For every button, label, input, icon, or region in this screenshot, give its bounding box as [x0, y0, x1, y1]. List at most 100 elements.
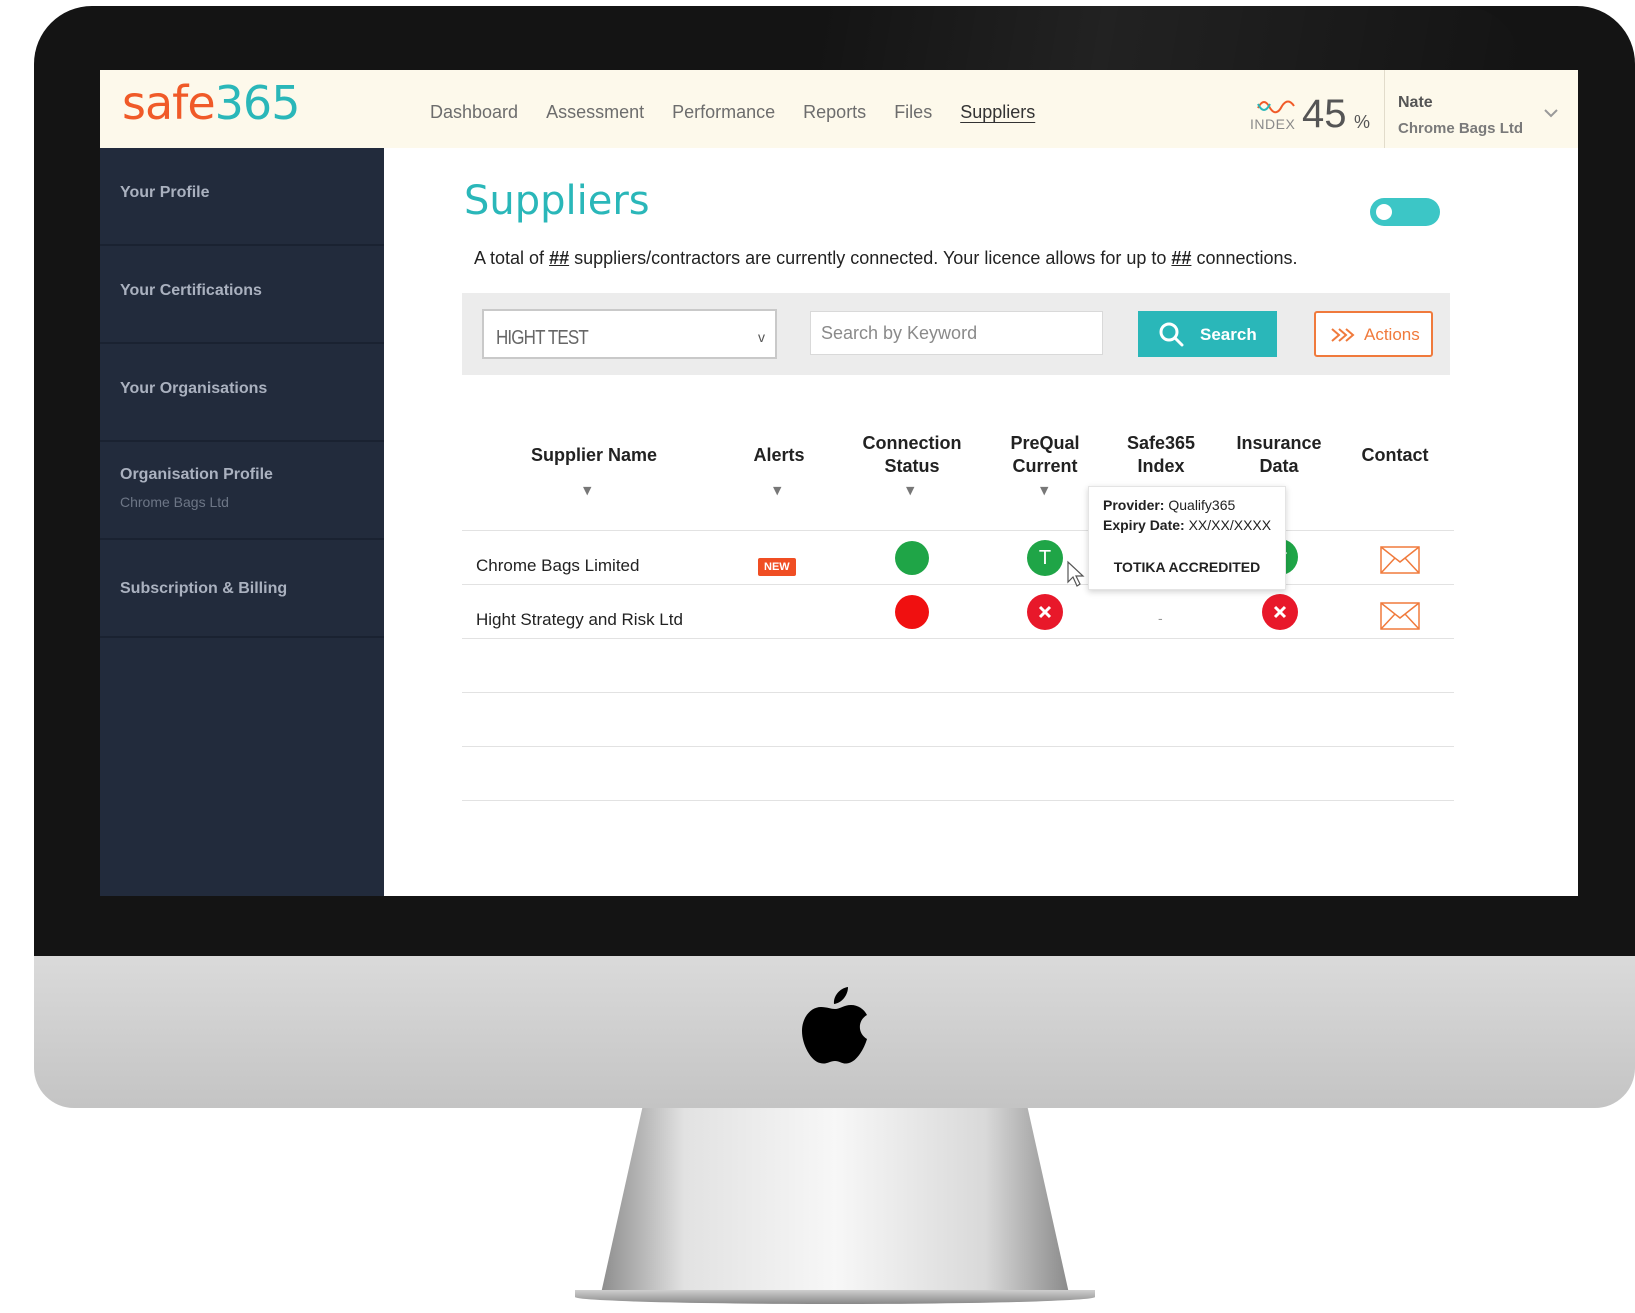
summary-suffix: connections. [1191, 248, 1298, 268]
filter-bar: HIGHT TEST v Search Actions [462, 293, 1450, 375]
header-divider [1384, 70, 1385, 148]
sidebar: Your Profile Your Certifications Your Or… [100, 148, 384, 896]
search-icon [1159, 322, 1184, 347]
top-header: safe365 Dashboard Assessment Performance… [100, 70, 1578, 149]
tooltip-expiry-value: XX/XX/XXXX [1188, 517, 1272, 533]
col-contact[interactable]: Contact [1350, 444, 1440, 467]
search-button-label: Search [1200, 325, 1257, 344]
sort-arrow-icon[interactable]: ▼ [583, 484, 591, 497]
keyword-search-input[interactable] [810, 311, 1103, 355]
supplier-name-cell[interactable]: Hight Strategy and Risk Ltd [476, 610, 683, 630]
col-supplier-name[interactable]: Supplier Name [504, 444, 684, 467]
prequal-letter: T [1038, 546, 1052, 569]
row-divider [462, 638, 1454, 639]
sort-arrow-icon[interactable]: ▼ [906, 484, 914, 497]
col-safe365-index[interactable]: Safe365 Index [1106, 432, 1216, 478]
col-label-line1: Insurance [1236, 433, 1322, 453]
nav-dashboard[interactable]: Dashboard [430, 102, 518, 123]
index-empty-value: - [1158, 610, 1163, 626]
sidebar-item-subscription-billing[interactable]: Subscription & Billing [100, 540, 384, 638]
sidebar-item-label: Your Organisations [120, 380, 268, 397]
logo-safe-text: safe [122, 76, 216, 130]
sort-arrow-icon[interactable]: ▼ [1040, 484, 1048, 497]
sidebar-item-label: Your Profile [120, 184, 210, 201]
connection-status-red-icon [895, 595, 929, 629]
group-select[interactable]: HIGHT TEST v [482, 309, 777, 359]
row-divider [462, 800, 1454, 801]
sidebar-item-label: Subscription & Billing [120, 580, 288, 597]
page-title: Suppliers [464, 178, 650, 224]
tooltip-expiry: Expiry Date: XX/XX/XXXX [1103, 517, 1271, 533]
safe365-logo[interactable]: safe365 [122, 76, 301, 130]
sidebar-item-organisation-profile[interactable]: Organisation Profile Chrome Bags Ltd [100, 442, 384, 540]
summary-middle: suppliers/contractors are currently conn… [569, 248, 1172, 268]
view-toggle[interactable] [1370, 198, 1440, 226]
chevron-down-icon[interactable] [1544, 106, 1558, 120]
prequal-tooltip: Provider: Qualify365 Expiry Date: XX/XX/… [1088, 486, 1286, 590]
user-org[interactable]: Chrome Bags Ltd [1398, 120, 1523, 137]
tooltip-provider-label: Provider: [1103, 497, 1165, 513]
connection-summary: A total of ## suppliers/contractors are … [474, 248, 1298, 269]
col-insurance-data[interactable]: Insurance Data [1224, 432, 1334, 478]
sidebar-item-sublabel: Chrome Bags Ltd [120, 494, 229, 510]
col-label-line2: Status [884, 456, 940, 476]
alert-new-badge: NEW [758, 558, 796, 576]
col-label-line1: Connection [862, 433, 962, 453]
row-divider [462, 746, 1454, 747]
row-divider [462, 530, 1454, 531]
col-label-line2: Data [1259, 456, 1299, 476]
col-label-line2: Current [1012, 456, 1078, 476]
logo-number-text: 365 [214, 76, 301, 130]
monitor-stand-neck [600, 1108, 1070, 1298]
app-screen: safe365 Dashboard Assessment Performance… [100, 70, 1578, 896]
summary-limit: ## [1171, 248, 1192, 268]
tooltip-provider-value: Qualify365 [1168, 497, 1236, 513]
actions-button[interactable]: Actions [1314, 311, 1433, 357]
mail-icon[interactable] [1380, 546, 1420, 574]
summary-prefix: A total of [474, 248, 550, 268]
supplier-name-cell[interactable]: Chrome Bags Limited [476, 556, 639, 576]
nav-performance[interactable]: Performance [672, 102, 775, 123]
search-button[interactable]: Search [1138, 311, 1277, 357]
main-nav: Dashboard Assessment Performance Reports… [430, 102, 1035, 123]
apple-logo-icon [802, 987, 867, 1064]
col-alerts[interactable]: Alerts [734, 444, 824, 467]
row-divider [462, 584, 1454, 585]
nav-reports[interactable]: Reports [803, 102, 866, 123]
prequal-totika-icon[interactable]: T [1027, 540, 1063, 576]
col-connection-status[interactable]: Connection Status [848, 432, 976, 478]
summary-count: ## [549, 248, 570, 268]
sidebar-item-your-profile[interactable]: Your Profile [100, 148, 384, 246]
tooltip-provider: Provider: Qualify365 [1103, 497, 1235, 513]
actions-button-label: Actions [1364, 325, 1420, 344]
sidebar-item-your-organisations[interactable]: Your Organisations [100, 344, 384, 442]
sort-arrow-icon[interactable]: ▼ [773, 484, 781, 497]
double-chevron-right-icon [1331, 328, 1355, 342]
nav-suppliers[interactable]: Suppliers [960, 102, 1035, 123]
nav-files[interactable]: Files [894, 102, 932, 123]
monitor-stand-base [575, 1290, 1095, 1304]
group-select-value: HIGHT TEST [496, 327, 589, 349]
sidebar-item-label: Your Certifications [120, 282, 262, 299]
insurance-fail-icon[interactable] [1262, 594, 1298, 630]
index-unit: % [1354, 112, 1371, 132]
toggle-knob [1376, 204, 1392, 220]
sidebar-item-your-certifications[interactable]: Your Certifications [100, 246, 384, 344]
mouse-cursor-icon [1067, 560, 1085, 587]
main-content: Suppliers A total of ## suppliers/contra… [384, 148, 1578, 896]
index-label: INDEX [1250, 116, 1296, 132]
col-prequal-current[interactable]: PreQual Current [990, 432, 1100, 478]
select-arrow-icon: v [758, 329, 765, 345]
mail-icon[interactable] [1380, 602, 1420, 630]
col-label-line2: Index [1137, 456, 1185, 476]
user-name[interactable]: Nate [1398, 94, 1433, 112]
nav-assessment[interactable]: Assessment [546, 102, 644, 123]
index-score: INDEX 45 % [1250, 86, 1376, 136]
imac-monitor: safe365 Dashboard Assessment Performance… [0, 0, 1635, 1313]
index-value: 45 [1302, 92, 1347, 136]
tooltip-expiry-label: Expiry Date: [1103, 517, 1185, 533]
prequal-fail-icon[interactable] [1027, 594, 1063, 630]
col-label-line1: PreQual [1010, 433, 1080, 453]
index-wave-icon [1257, 100, 1295, 114]
col-label-line1: Safe365 [1126, 433, 1196, 453]
